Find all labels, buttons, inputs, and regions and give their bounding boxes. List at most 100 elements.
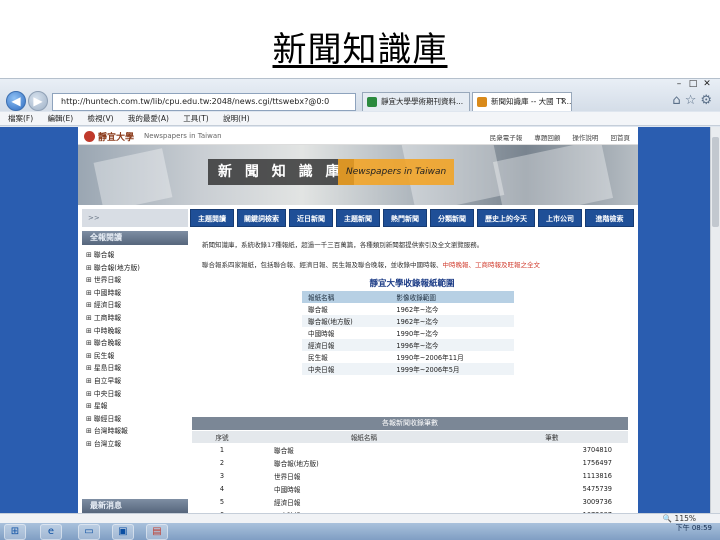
tab-library[interactable]: 靜宜大學學術期刊資料... <box>362 92 470 111</box>
vertical-scrollbar[interactable] <box>710 127 720 513</box>
table-header-row: 序號 報紙名稱 筆數 <box>192 431 628 443</box>
cell: 1 <box>219 445 225 454</box>
cell[interactable]: 世界日報 <box>252 469 476 482</box>
menu-view[interactable]: 檢視(V) <box>88 114 114 123</box>
tab-close-icon[interactable]: ✕ <box>560 93 567 110</box>
menu-tools[interactable]: 工具(T) <box>183 114 208 123</box>
stats-table: 序號 報紙名稱 筆數 1 聯合報 3704810 2 聯合報(地方版) 1756497 … <box>192 431 628 521</box>
taskbar: ⊞ e ▭ ▣ ▤ 下午 08:59 <box>0 523 720 540</box>
site-logo[interactable]: 靜宜大學 <box>84 130 134 143</box>
address-text: http://huntech.com.tw/lib/cpu.edu.tw:204… <box>61 97 330 106</box>
nav-advanced-search[interactable]: 進階檢索 <box>585 209 634 227</box>
sidebar-toggle[interactable]: >> <box>82 209 188 227</box>
tree-item[interactable]: 台灣時報報 <box>86 425 188 438</box>
system-tray: 下午 08:59 <box>676 524 712 532</box>
start-button-icon[interactable]: ⊞ <box>4 524 26 540</box>
address-bar[interactable]: http://huntech.com.tw/lib/cpu.edu.tw:204… <box>52 93 356 111</box>
nav-recent-news[interactable]: 近日新聞 <box>289 209 333 227</box>
top-link[interactable]: 專題回顧 <box>534 134 560 142</box>
browser-screenshot: ◀ ▶ http://huntech.com.tw/lib/cpu.edu.tw… <box>0 78 720 540</box>
tree-item[interactable]: 星島日報 <box>86 362 188 375</box>
folder-taskbar-icon[interactable]: ▭ <box>78 524 100 540</box>
main-content: 新聞知識庫，系統收錄17種報紙，超過一千三百萬篇，各種類別新聞都提供索引及全文瀏… <box>192 231 632 520</box>
menu-favorites[interactable]: 我的最愛(A) <box>128 114 169 123</box>
tree-item[interactable]: 聯經日報 <box>86 413 188 426</box>
intro-text: 聯合報系四家報紙，包括聯合報、經濟日報、民生報及聯合晚報，並收錄中國時報、中時晚… <box>202 259 540 269</box>
cell: 1990年~迄今 <box>396 330 439 338</box>
top-link[interactable]: 操作說明 <box>572 134 598 142</box>
cell: 1999年~2006年5月 <box>390 363 514 375</box>
close-icon[interactable]: ✕ <box>700 79 714 89</box>
back-button[interactable]: ◀ <box>6 91 26 111</box>
tab-news-knowledge[interactable]: 新聞知識庫 -- 大國 TT... ✕ <box>472 92 572 111</box>
collection-title: 靜宜大學收錄報紙範圍 <box>369 279 455 289</box>
cell[interactable]: 聯合報 <box>252 443 476 456</box>
clock: 下午 08:59 <box>675 524 712 532</box>
ie-taskbar-icon[interactable]: e <box>40 524 62 540</box>
cell[interactable]: 中國時報 <box>252 482 476 495</box>
cell: 民生報 <box>308 354 328 362</box>
pdf-taskbar-icon[interactable]: ▤ <box>146 524 168 540</box>
cell: 4 <box>219 484 225 493</box>
nav-hot-news[interactable]: 熱門新聞 <box>383 209 427 227</box>
table-row: 中央日報 1999年~2006年5月 <box>302 363 514 375</box>
cell: 中國時報 <box>308 330 335 338</box>
top-link[interactable]: 民衆電子報 <box>490 134 523 142</box>
banner-title: 新 聞 知 識 庫 <box>208 159 354 185</box>
site-banner: 新 聞 知 識 庫 Newspapers in Taiwan <box>78 145 638 205</box>
tree-item[interactable]: 經濟日報 <box>86 299 188 312</box>
tree-item[interactable]: 自立早報 <box>86 375 188 388</box>
tree-item[interactable]: 台灣立報 <box>86 438 188 451</box>
left-sidebar: >> 全報閱讀 聯合報 聯合報(地方版) 世界日報 中國時報 經濟日報 工商時報… <box>82 209 188 513</box>
tree-item[interactable]: 中國時報 <box>86 287 188 300</box>
tree-item[interactable]: 星報 <box>86 400 188 413</box>
minimize-icon[interactable]: – <box>672 79 686 89</box>
maximize-icon[interactable]: □ <box>686 79 700 89</box>
menu-file[interactable]: 檔案(F) <box>8 114 33 123</box>
cell: 1962年~迄今 <box>390 315 514 327</box>
slide: 新聞知識庫 ◀ ▶ http://huntech.com.tw/lib/cpu.… <box>0 0 720 540</box>
cell: 聯合報(地方版) <box>302 315 391 327</box>
tree-item[interactable]: 聯合晚報 <box>86 337 188 350</box>
cell[interactable]: 聯合報(地方版) <box>252 456 476 469</box>
forward-button[interactable]: ▶ <box>28 91 48 111</box>
nav-listed-companies[interactable]: 上市公司 <box>538 209 582 227</box>
tree-item[interactable]: 中時晚報 <box>86 325 188 338</box>
favorites-star-icon[interactable]: ☆ <box>685 93 701 108</box>
table-row: 經濟日報 1996年~迄今 <box>302 339 514 351</box>
banner-title-english: Newspapers in Taiwan <box>338 159 455 185</box>
app-taskbar-icon[interactable]: ▣ <box>112 524 134 540</box>
window-controls: – □ ✕ <box>672 79 714 89</box>
tab-label: 新聞知識庫 -- 大國 TT... <box>491 97 572 106</box>
tab-label: 靜宜大學學術期刊資料... <box>381 97 464 106</box>
tree-item[interactable]: 聯合報(地方版) <box>86 262 188 275</box>
top-link[interactable]: 回首頁 <box>611 134 631 142</box>
gear-icon[interactable]: ⚙ <box>700 93 716 108</box>
sidebar-heading-latest-news: 最新消息 <box>82 499 188 513</box>
scrollbar-thumb[interactable] <box>712 137 719 227</box>
nav-topic-reading[interactable]: 主題閱讀 <box>190 209 234 227</box>
nav-topic-news[interactable]: 主題新聞 <box>336 209 380 227</box>
tree-item[interactable]: 中央日報 <box>86 388 188 401</box>
nav-keyword-search[interactable]: 關鍵詞檢索 <box>237 209 286 227</box>
menu-help[interactable]: 說明(H) <box>223 114 250 123</box>
home-icon[interactable]: ⌂ <box>672 93 684 108</box>
menu-edit[interactable]: 編輯(E) <box>48 114 74 123</box>
table-header-row: 報紙名稱 影像收錄範圍 <box>302 291 514 303</box>
nav-today-in-history[interactable]: 歷史上的今天 <box>477 209 535 227</box>
tree-item[interactable]: 世界日報 <box>86 274 188 287</box>
cell: 5475739 <box>582 484 612 493</box>
university-seal-icon <box>84 131 95 142</box>
tree-item[interactable]: 聯合報 <box>86 249 188 262</box>
stats-title: 各報新聞收錄筆數 <box>192 417 628 430</box>
tree-item[interactable]: 工商時報 <box>86 312 188 325</box>
nav-category-news[interactable]: 分類新聞 <box>430 209 474 227</box>
site-topbar: 靜宜大學 Newspapers in Taiwan 民衆電子報 專題回顧 操作說… <box>78 127 638 145</box>
column-header: 報紙名稱 <box>252 431 476 443</box>
column-header: 報紙名稱 <box>302 291 391 303</box>
browser-toolbar: ◀ ▶ http://huntech.com.tw/lib/cpu.edu.tw… <box>0 79 720 111</box>
tree-item[interactable]: 民生報 <box>86 350 188 363</box>
cell: 1113816 <box>582 471 612 480</box>
cell[interactable]: 經濟日報 <box>252 495 476 508</box>
table-row: 3 世界日報 1113816 <box>192 469 628 482</box>
